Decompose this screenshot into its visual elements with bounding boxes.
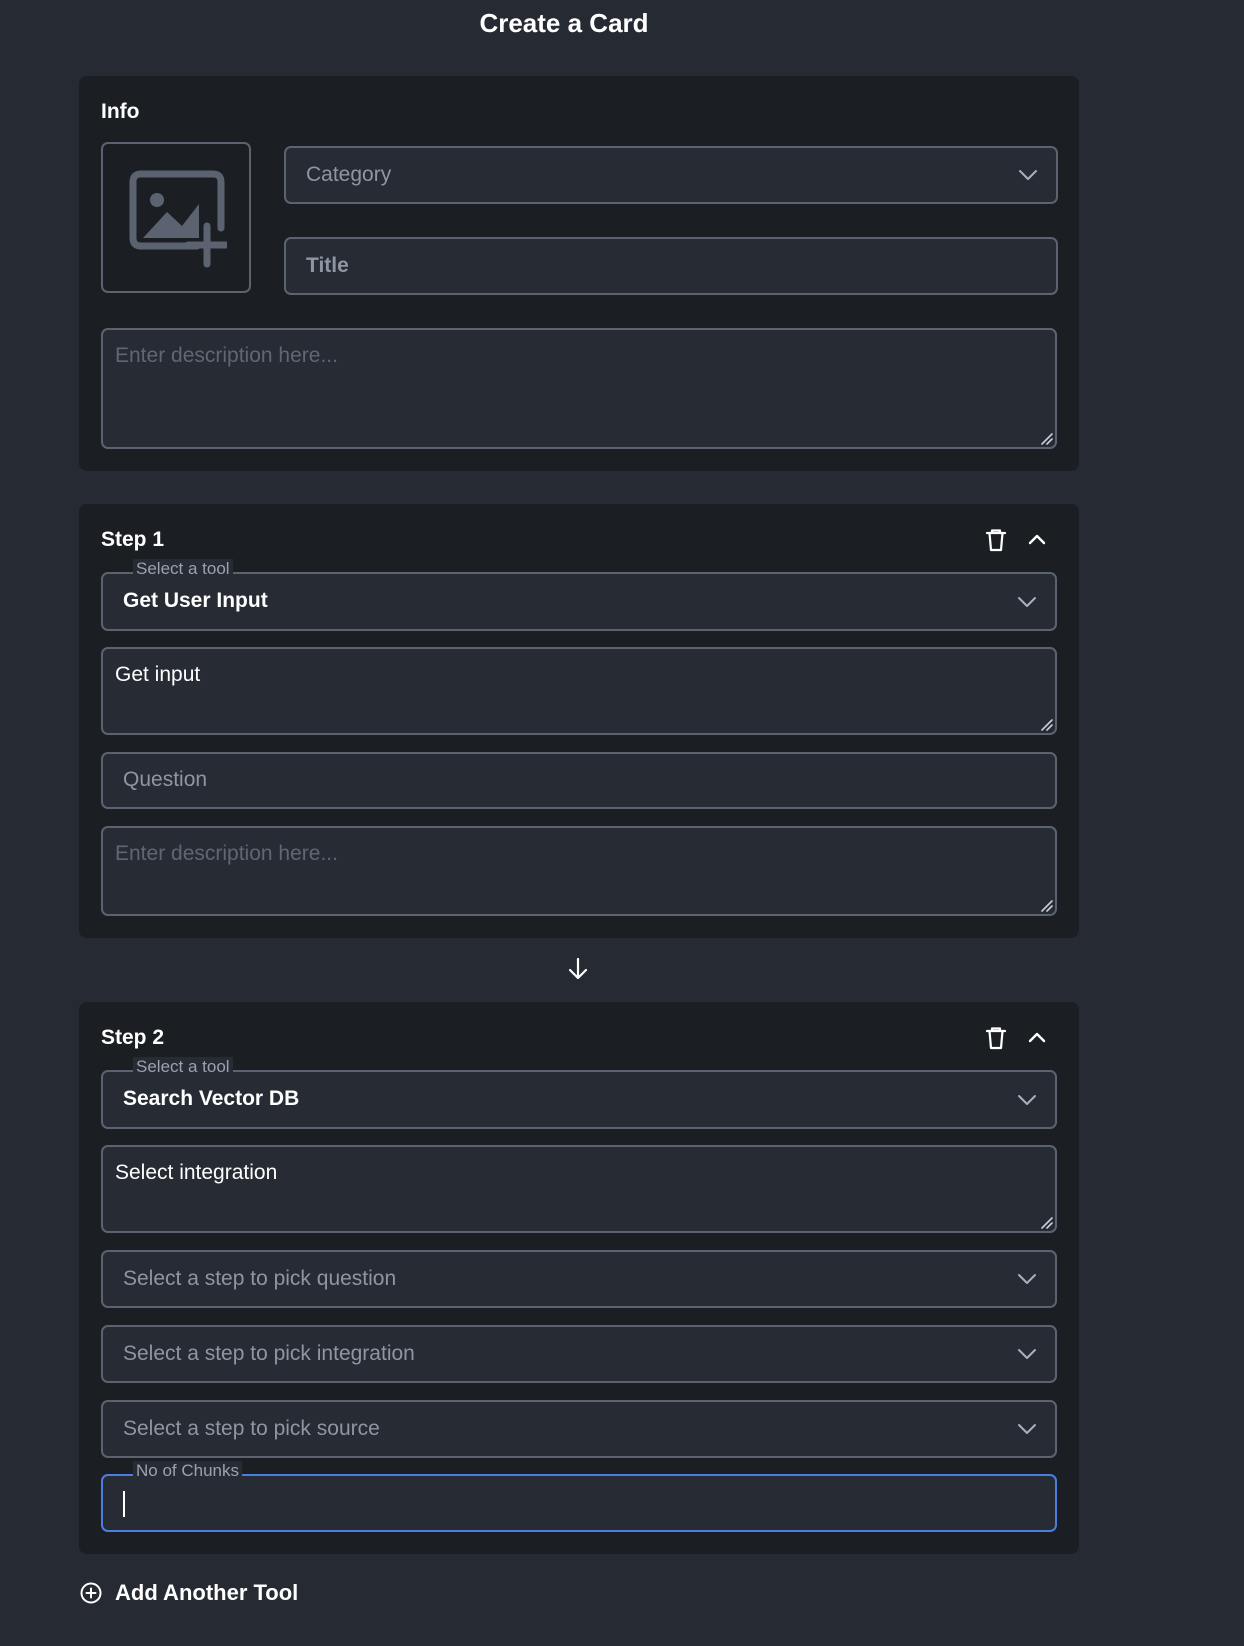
chevron-down-icon bbox=[1017, 1094, 1037, 1106]
step-1-panel: Step 1 Select a tool Get User Input Get … bbox=[79, 504, 1079, 938]
info-section-title: Info bbox=[101, 100, 140, 123]
image-upload-button[interactable] bbox=[101, 142, 251, 293]
chevron-down-icon bbox=[1017, 1423, 1037, 1435]
resize-handle[interactable] bbox=[1039, 898, 1053, 912]
resize-handle[interactable] bbox=[1039, 717, 1053, 731]
image-plus-icon bbox=[129, 170, 227, 268]
chevron-up-icon[interactable] bbox=[1023, 526, 1051, 554]
step-1-tool-legend: Select a tool bbox=[133, 559, 233, 579]
step-2-title: Step 2 bbox=[101, 1026, 165, 1049]
page-title: Create a Card bbox=[479, 8, 649, 38]
add-another-tool-label: Add Another Tool bbox=[115, 1580, 299, 1605]
trash-icon[interactable] bbox=[982, 1024, 1010, 1052]
chevron-down-icon bbox=[1017, 1348, 1037, 1360]
step-1-name-value: Get input bbox=[115, 663, 201, 686]
pick-question-placeholder: Select a step to pick question bbox=[123, 1267, 397, 1290]
pick-question-select[interactable]: Select a step to pick question bbox=[101, 1250, 1057, 1308]
step-1-name-textarea[interactable]: Get input bbox=[101, 647, 1057, 735]
step-2-name-value: Select integration bbox=[115, 1161, 278, 1184]
step-1-tool-value: Get User Input bbox=[123, 589, 268, 612]
add-another-tool-button[interactable]: Add Another Tool bbox=[79, 1578, 298, 1608]
step-1-question-input[interactable]: Question bbox=[101, 752, 1057, 809]
arrow-down-icon bbox=[568, 957, 588, 980]
step-1-title: Step 1 bbox=[101, 528, 165, 551]
category-select[interactable]: Category bbox=[284, 146, 1058, 204]
pick-source-placeholder: Select a step to pick source bbox=[123, 1417, 380, 1440]
text-cursor bbox=[123, 1491, 125, 1517]
step-2-tool-legend: Select a tool bbox=[133, 1057, 233, 1077]
resize-handle[interactable] bbox=[1039, 1215, 1053, 1229]
step-1-question-placeholder: Question bbox=[123, 768, 208, 791]
chevron-up-icon[interactable] bbox=[1023, 1024, 1051, 1052]
resize-handle[interactable] bbox=[1039, 431, 1053, 445]
step-1-description-placeholder: Enter description here... bbox=[115, 842, 338, 865]
category-placeholder: Category bbox=[306, 163, 392, 186]
chevron-down-icon bbox=[1017, 596, 1037, 608]
chunks-legend: No of Chunks bbox=[133, 1461, 242, 1481]
info-description-textarea[interactable]: Enter description here... bbox=[101, 328, 1057, 449]
pick-source-select[interactable]: Select a step to pick source bbox=[101, 1400, 1057, 1458]
chevron-down-icon bbox=[1018, 169, 1038, 181]
plus-circle-icon bbox=[80, 1582, 102, 1604]
info-description-placeholder: Enter description here... bbox=[115, 344, 338, 367]
title-input[interactable]: Title bbox=[284, 237, 1058, 295]
chunks-input[interactable]: No of Chunks bbox=[101, 1461, 1057, 1532]
info-panel: Info Category Title Enter description he… bbox=[79, 76, 1079, 471]
step-1-tool-select[interactable]: Select a tool Get User Input bbox=[101, 559, 1057, 631]
pick-integration-placeholder: Select a step to pick integration bbox=[123, 1342, 415, 1365]
step-2-name-textarea[interactable]: Select integration bbox=[101, 1145, 1057, 1233]
chevron-down-icon bbox=[1017, 1273, 1037, 1285]
pick-integration-select[interactable]: Select a step to pick integration bbox=[101, 1325, 1057, 1383]
step-2-tool-select[interactable]: Select a tool Search Vector DB bbox=[101, 1057, 1057, 1129]
trash-icon[interactable] bbox=[982, 526, 1010, 554]
title-placeholder: Title bbox=[306, 254, 349, 277]
step-1-description-textarea[interactable]: Enter description here... bbox=[101, 826, 1057, 916]
step-2-panel: Step 2 Select a tool Search Vector DB Se… bbox=[79, 1002, 1079, 1554]
step-2-tool-value: Search Vector DB bbox=[123, 1087, 300, 1110]
